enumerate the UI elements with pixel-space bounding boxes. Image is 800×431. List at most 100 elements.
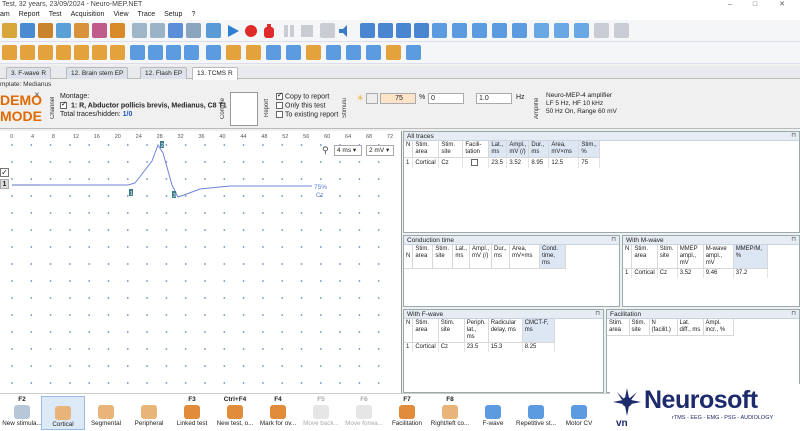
menu-item-help[interactable]: ? (191, 10, 195, 20)
play-icon[interactable] (226, 24, 240, 38)
tab-flash-ep[interactable]: 12. Flash EP (140, 67, 188, 79)
minimize-button[interactable]: – (720, 0, 740, 10)
table-row[interactable]: 1 Cortical Cz 23.5 15.3 8.25 (404, 342, 555, 352)
sound-icon[interactable] (338, 24, 352, 38)
marker-tool-14-icon[interactable] (246, 45, 261, 60)
copy-to-report-checkbox[interactable] (276, 91, 283, 100)
trace-tool-5-icon[interactable] (432, 23, 447, 38)
timebase-select[interactable]: 4 ms ▾ (334, 145, 362, 156)
marker-tool-13-icon[interactable] (226, 45, 241, 60)
calibrate-icon[interactable] (186, 23, 201, 38)
only-this-test-option[interactable]: Only this test (276, 102, 325, 109)
marker-tool-1-icon[interactable] (2, 45, 17, 60)
database-icon[interactable] (74, 23, 89, 38)
tab-brain-stem-ep[interactable]: 12. Brain stem EP (66, 67, 129, 79)
menu-item-test[interactable]: Test (49, 10, 62, 20)
new-test-button[interactable]: Ctrl+F4 New test, o... (213, 396, 257, 430)
table-header[interactable]: Stim. site (432, 245, 454, 269)
marker-tool-11-icon[interactable] (184, 45, 199, 60)
montage-icon[interactable] (150, 23, 165, 38)
stop-icon[interactable] (300, 24, 314, 38)
table-header[interactable]: Area, mV×ms (548, 141, 580, 158)
menu-item-trace[interactable]: Trace (138, 10, 156, 20)
marker-tool-9-icon[interactable] (148, 45, 163, 60)
print-icon[interactable] (110, 23, 125, 38)
table-header[interactable]: Ampl. incr., % (703, 319, 734, 336)
table-header[interactable]: N (404, 319, 414, 343)
move-forward-button[interactable]: F6 Move forwa... (342, 396, 386, 430)
nav-right-icon[interactable] (614, 23, 629, 38)
pin-icon[interactable]: ⊓ (791, 236, 796, 245)
move-back-button[interactable]: F5 Move back... (299, 396, 343, 430)
montage-checkbox[interactable] (60, 100, 67, 109)
table-header[interactable]: N (facilit.) (649, 319, 678, 336)
table-header[interactable]: Stim. area (607, 319, 630, 336)
stimulate-icon[interactable] (262, 23, 276, 39)
trace-tool-6-icon[interactable] (452, 23, 467, 38)
table-header[interactable]: Periph. lat., ms (464, 319, 489, 343)
table-header[interactable]: Area, mV×ms (509, 245, 541, 269)
refresh-icon[interactable] (206, 23, 221, 38)
trace-visibility-checkbox[interactable]: ✓ (0, 168, 9, 177)
table-row[interactable]: 1 Cortical Cz 3.52 9.46 37.2 (623, 268, 768, 278)
marker-tool-19-icon[interactable] (346, 45, 361, 60)
marker-tool-7-icon[interactable] (110, 45, 125, 60)
offset-field[interactable]: 0 (428, 93, 464, 104)
table-header[interactable]: CMCT-F, ms (522, 319, 555, 343)
to-existing-report-checkbox[interactable] (276, 111, 283, 118)
marker-tool-10-icon[interactable] (166, 45, 181, 60)
menu-item-setup[interactable]: Setup (164, 10, 182, 20)
table-header[interactable]: Lat., ms (488, 141, 508, 158)
table-header[interactable]: MMEP ampl., mV (677, 245, 704, 269)
table-header[interactable]: Lat., ms (452, 245, 471, 269)
comment-field[interactable] (230, 92, 258, 126)
table-header[interactable]: N (404, 141, 414, 158)
report-icon[interactable] (92, 23, 107, 38)
marker-tool-6-icon[interactable] (92, 45, 107, 60)
marker-tool-4-icon[interactable] (56, 45, 71, 60)
frequency-field[interactable]: 1.0 (476, 93, 512, 104)
trace-pane[interactable]: 0 4 8 12 16 20 24 28 32 36 40 44 48 52 56 60 64 68 72 1 2 … (0, 131, 402, 393)
tab-f-wave[interactable]: 3. F-wave R (6, 67, 52, 79)
zoom-icon[interactable]: ⚲ (322, 145, 329, 156)
table-header[interactable]: Cond. time, ms (539, 245, 567, 269)
marker-tool-17-icon[interactable] (306, 45, 321, 60)
menu-item-view[interactable]: View (113, 10, 128, 20)
mark-for-overlay-button[interactable]: F4 Mark for ov... (256, 396, 300, 430)
open-icon[interactable] (38, 23, 53, 38)
marker-tool-5-icon[interactable] (74, 45, 89, 60)
table-header[interactable]: Stim. area (412, 141, 440, 158)
settings-icon[interactable] (132, 23, 147, 38)
copy-to-report-option[interactable]: Copy to report (276, 91, 329, 100)
pin-icon[interactable]: ⊓ (791, 132, 796, 141)
marker-tool-12-icon[interactable] (206, 45, 221, 60)
table-header[interactable]: Facili-tation (462, 141, 490, 158)
pin-icon[interactable]: ⊓ (791, 310, 796, 319)
f-wave-button[interactable]: F-wave (471, 396, 515, 430)
peripheral-button[interactable]: Peripheral (127, 396, 171, 430)
marker-tool-21-icon[interactable] (386, 45, 401, 60)
table-header[interactable]: Stim. area (412, 319, 439, 343)
mep-trace[interactable] (12, 143, 312, 198)
montage-row[interactable]: 1: R, Abductor pollicis brevis, Medianus… (60, 100, 227, 109)
record-icon[interactable] (244, 24, 258, 38)
nav-left-icon[interactable] (594, 23, 609, 38)
table-header[interactable]: Stim. area (631, 245, 658, 269)
new-stimulation-button[interactable]: F2 New stimula... (0, 396, 44, 430)
pin-icon[interactable]: ⊓ (595, 310, 600, 319)
cortical-button[interactable]: Cortical (41, 396, 85, 430)
pin-icon[interactable]: ⊓ (611, 236, 616, 245)
trace-tool-11-icon[interactable] (554, 23, 569, 38)
close-window-button[interactable]: ✕ (772, 0, 792, 10)
amplifier-icon[interactable] (168, 23, 183, 38)
to-existing-report-option[interactable]: To existing report (276, 111, 338, 118)
trace-tool-4-icon[interactable] (414, 23, 429, 38)
menu-item-exam[interactable]: am (0, 10, 10, 20)
marker-tool-3-icon[interactable] (38, 45, 53, 60)
menu-item-acquisition[interactable]: Acquisition (71, 10, 105, 20)
intensity-field[interactable]: 75 (380, 93, 416, 104)
table-row[interactable]: 1 Cortical Cz 23.5 3.52 8.95 12.5 75 (404, 157, 600, 169)
sensitivity-select[interactable]: 2 mV ▾ (366, 145, 394, 156)
pause-icon[interactable] (282, 24, 296, 38)
facilitation-checkbox[interactable] (471, 159, 479, 166)
